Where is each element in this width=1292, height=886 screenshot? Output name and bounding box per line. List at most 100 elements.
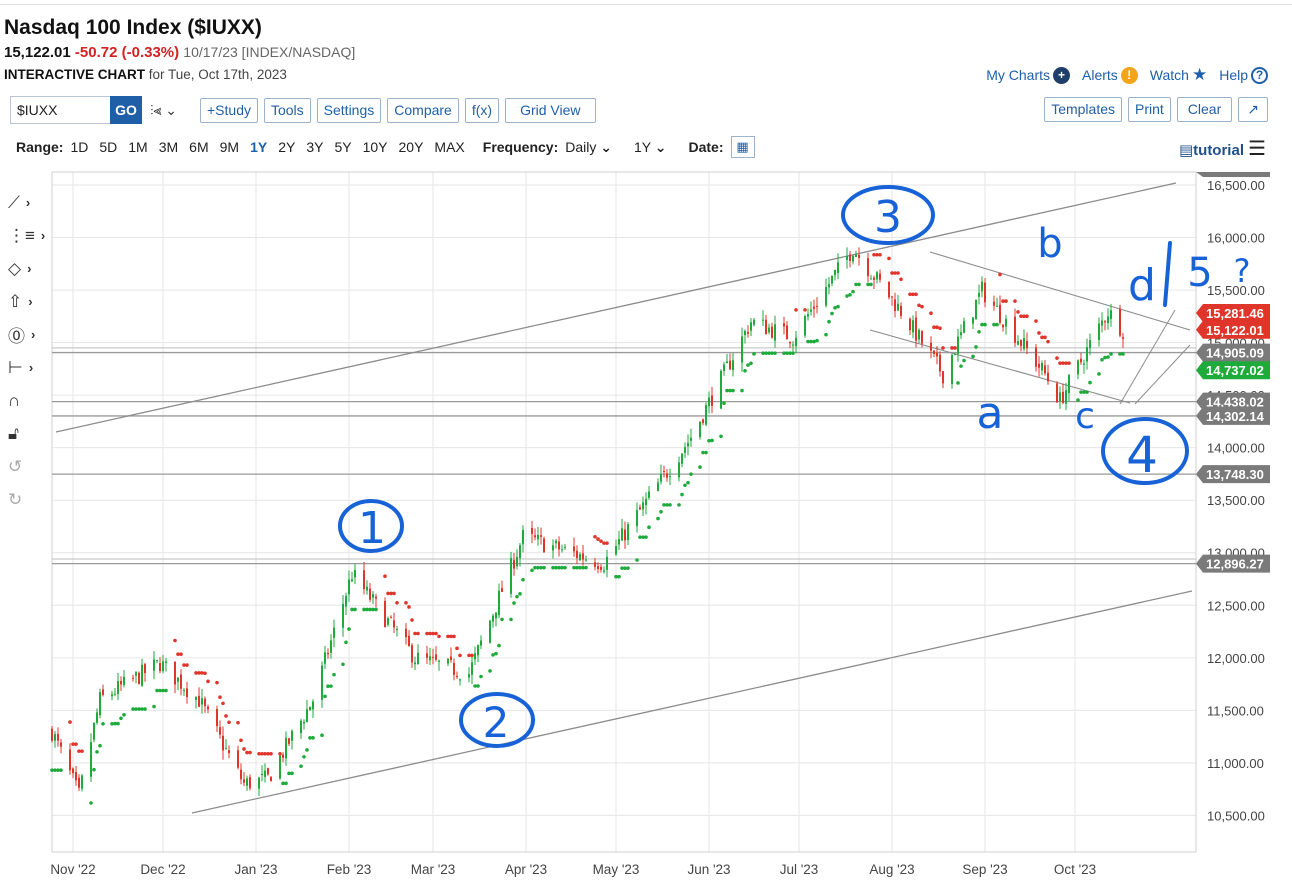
candle-body <box>636 510 638 527</box>
symbol-input[interactable] <box>10 96 110 124</box>
candle-body <box>615 546 617 555</box>
star-icon: ★ <box>1191 65 1208 84</box>
settings-button[interactable]: Settings <box>316 97 382 123</box>
my-charts-link[interactable]: My Charts + <box>986 66 1070 84</box>
quote-meta: 10/17/23 [INDEX/NASDAQ] <box>183 44 356 60</box>
candle-body <box>930 342 932 351</box>
sar-dot <box>1109 352 1113 356</box>
print-button[interactable]: Print <box>1128 97 1171 122</box>
candle-body <box>165 661 167 664</box>
price-tag-partial <box>1196 172 1270 177</box>
candle-body <box>624 529 626 541</box>
price-tag-label: 13,748.30 <box>1206 467 1264 482</box>
range-1y[interactable]: 1Y <box>250 139 267 155</box>
candle-body <box>195 697 197 700</box>
candle-body <box>201 698 203 705</box>
sar-dot <box>122 712 126 717</box>
candle-body <box>306 709 308 722</box>
help-link[interactable]: Help? <box>1219 66 1268 84</box>
templates-button[interactable]: Templates <box>1044 97 1122 122</box>
range-9m[interactable]: 9M <box>220 139 239 155</box>
sar-dot <box>827 319 831 324</box>
candle-body <box>1119 308 1121 336</box>
range-5y[interactable]: 5Y <box>334 139 351 155</box>
sar-dot <box>1085 390 1089 394</box>
sar-dot <box>458 653 462 658</box>
candle-body <box>1068 375 1070 394</box>
watch-link[interactable]: Watch ★ <box>1150 65 1207 85</box>
candle-body <box>393 620 395 628</box>
tutorial-link[interactable]: ▤tutorial <box>1179 141 1244 159</box>
menu-icon[interactable]: ☰ <box>1248 136 1266 161</box>
range-2y[interactable]: 2Y <box>278 139 295 155</box>
sar-dot <box>518 592 522 596</box>
candle-body <box>870 278 872 280</box>
range-1m[interactable]: 1M <box>128 139 147 155</box>
sar-dot <box>959 364 963 368</box>
period-value: 1Y <box>633 138 651 155</box>
candle-body <box>216 709 218 727</box>
go-button[interactable]: GO <box>110 96 142 124</box>
tools-button[interactable]: Tools <box>263 97 311 123</box>
candle-body <box>582 553 584 560</box>
price-tag-label: 14,737.02 <box>1206 363 1264 378</box>
quote-line: 15,122.01 -50.72 (-0.33%) 10/17/23 [INDE… <box>4 44 355 61</box>
price-chart[interactable]: 16,500.0016,000.0015,500.0015,000.0014,5… <box>0 168 1292 886</box>
range-10y[interactable]: 10Y <box>363 139 388 155</box>
grid-view-button[interactable]: Grid View <box>505 97 596 123</box>
range-6m[interactable]: 6M <box>189 139 208 155</box>
candle-body <box>159 663 161 672</box>
sar-dot <box>746 363 750 367</box>
candle-body <box>996 305 998 307</box>
range-3y[interactable]: 3Y <box>306 139 323 155</box>
sar-dot <box>98 743 102 748</box>
sar-dot <box>521 577 525 582</box>
sar-dot <box>311 736 315 740</box>
popout-button[interactable]: ↗ <box>1238 97 1268 122</box>
candle-body <box>117 681 119 695</box>
candle-body <box>1026 340 1028 349</box>
sar-dot <box>164 688 168 693</box>
candle-body <box>939 354 941 372</box>
candle-body <box>771 326 773 338</box>
sar-dot <box>347 627 351 631</box>
frequency-dropdown[interactable]: Daily ⌄ <box>565 139 612 156</box>
candle-body <box>243 779 245 783</box>
candle-body <box>519 545 521 559</box>
period-dropdown[interactable]: 1Y ⌄ <box>634 139 667 156</box>
chart-type-dropdown[interactable]: ⫶⫷ ⌄ <box>150 102 186 119</box>
date-label: Date: <box>688 139 724 155</box>
candle-body <box>198 695 200 707</box>
range-5d[interactable]: 5D <box>99 139 117 155</box>
range-max[interactable]: MAX <box>434 139 464 155</box>
sar-dot <box>488 669 492 673</box>
candle-body <box>57 733 59 741</box>
candle-body <box>699 421 701 438</box>
function-button[interactable]: f(x) <box>464 97 500 123</box>
calendar-icon[interactable]: ▦ <box>730 136 755 158</box>
sar-dot <box>206 679 210 684</box>
range-1d[interactable]: 1D <box>70 139 88 155</box>
sar-dot <box>656 516 660 521</box>
candle-body <box>342 604 344 628</box>
price-tag-label: 12,896.27 <box>1206 557 1264 572</box>
compare-button[interactable]: Compare <box>387 97 459 123</box>
sar-dot <box>239 738 243 743</box>
candle-body <box>666 473 668 478</box>
sar-dot <box>455 646 459 651</box>
sar-dot <box>530 568 534 573</box>
candle-body <box>501 588 503 592</box>
candle-body <box>405 628 407 638</box>
candle-body <box>663 471 665 473</box>
alerts-link[interactable]: Alerts! <box>1082 66 1138 84</box>
sar-dot <box>278 751 282 756</box>
study-button[interactable]: +Study <box>200 97 258 123</box>
range-3m[interactable]: 3M <box>159 139 178 155</box>
range-20y[interactable]: 20Y <box>399 139 424 155</box>
sar-dot <box>434 631 438 636</box>
candle-body <box>429 656 431 661</box>
candle-body <box>783 323 785 327</box>
sar-dot <box>353 607 357 612</box>
x-tick-label: Jan '23 <box>234 862 277 877</box>
clear-button[interactable]: Clear <box>1176 97 1233 122</box>
